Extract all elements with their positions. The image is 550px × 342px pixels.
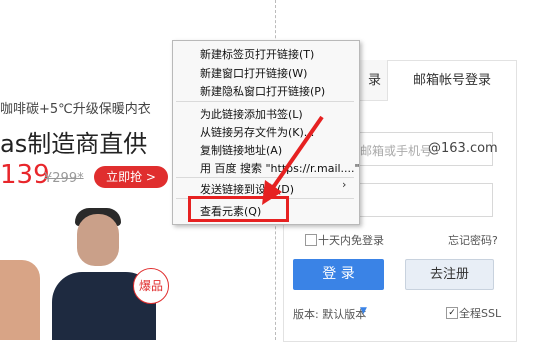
hot-item-badge: 爆品 — [133, 268, 169, 304]
login-button[interactable]: 登 录 — [293, 259, 384, 290]
caret-down-icon[interactable]: ▼ — [360, 306, 367, 316]
menu-item-search-baidu[interactable]: 用 百度 搜索 "https://r.mail...." — [200, 160, 360, 176]
menu-item-bookmark-link[interactable]: 为此链接添加书签(L) — [200, 106, 303, 122]
menu-item-copy-link[interactable]: 复制链接地址(A) — [200, 142, 282, 158]
model-face — [77, 214, 119, 266]
remember-label: 十天内免登录 — [318, 234, 384, 247]
promo-subtitle: 咖啡碳+5℃升级保暖内衣 — [0, 102, 151, 117]
menu-separator — [176, 177, 354, 178]
promo-title: as制造商直供 — [0, 130, 148, 158]
version-selector[interactable]: 版本: 默认版本 — [293, 306, 366, 322]
submenu-arrow-icon: › — [342, 178, 347, 191]
menu-item-save-link-as[interactable]: 从链接另存文件为(K)... — [200, 124, 314, 140]
register-button[interactable]: 去注册 — [405, 259, 494, 290]
ssl-label: 全程SSL — [459, 307, 502, 320]
buy-now-button[interactable]: 立即抢 > — [94, 166, 168, 188]
username-placeholder: 邮箱或手机号 — [360, 144, 433, 158]
highlight-box — [188, 196, 289, 222]
promo-price: 139 — [0, 160, 50, 190]
forgot-password-link[interactable]: 忘记密码? — [448, 232, 498, 248]
menu-item-open-new-tab[interactable]: 新建标签页打开链接(T) — [200, 46, 314, 62]
menu-item-open-private-window[interactable]: 新建隐私窗口打开链接(P) — [200, 83, 325, 99]
menu-item-send-to-device[interactable]: 发送链接到设备(D) — [200, 181, 294, 197]
domain-suffix: @163.com — [428, 141, 498, 156]
remember-checkbox[interactable] — [305, 234, 317, 246]
menu-separator — [176, 101, 354, 102]
menu-item-open-new-window[interactable]: 新建窗口打开链接(W) — [200, 65, 307, 81]
model-image-left — [0, 260, 40, 340]
tab-email-login[interactable]: 邮箱帐号登录 — [388, 60, 516, 101]
ssl-checkbox[interactable]: ✓ — [446, 307, 458, 319]
promo-old-price: ¥299* — [44, 171, 84, 186]
